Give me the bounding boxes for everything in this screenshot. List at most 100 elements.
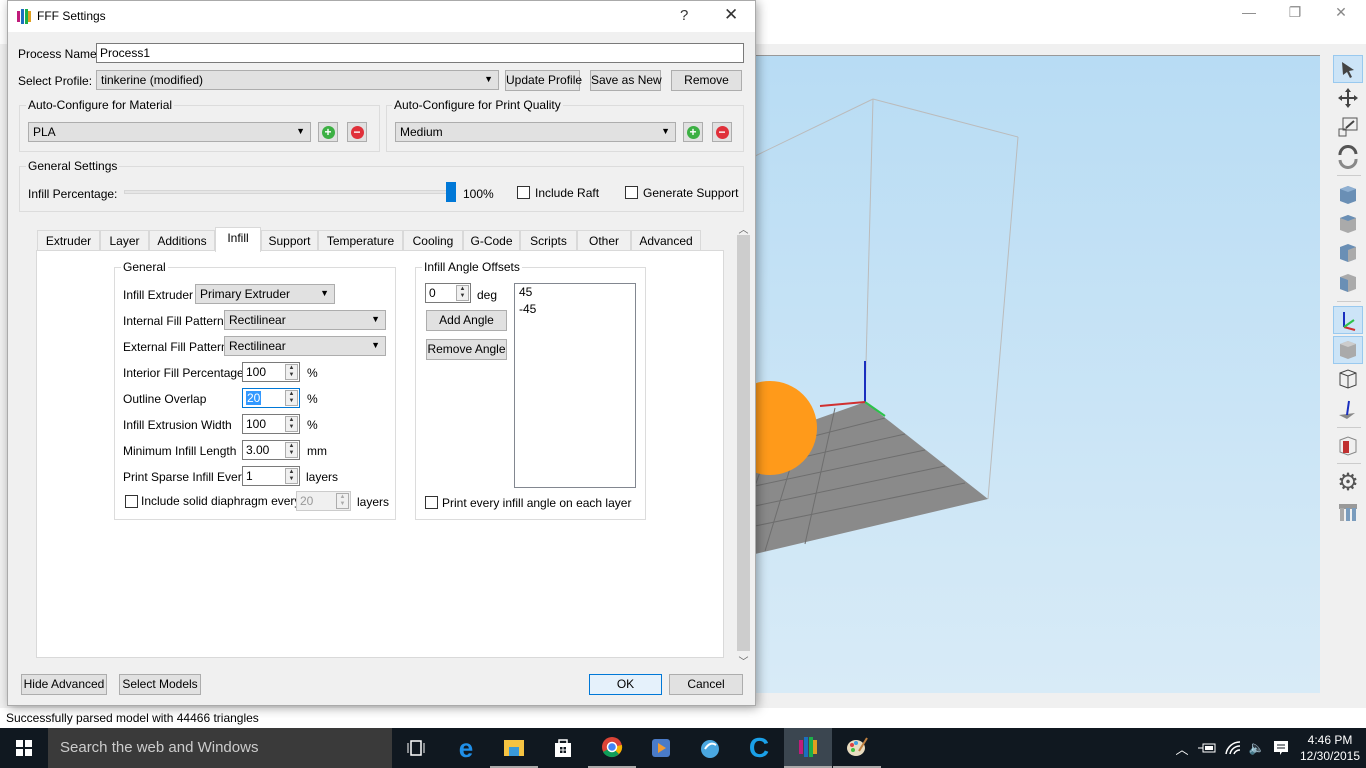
chrome-taskbar-button[interactable] <box>588 728 636 768</box>
wifi-tray-button[interactable] <box>1222 728 1244 768</box>
remove-material-button[interactable]: − <box>347 122 367 142</box>
angle-list[interactable]: 45 -45 <box>514 283 636 488</box>
remove-angle-button[interactable]: Remove Angle <box>426 339 507 360</box>
tab-additions[interactable]: Additions <box>149 230 215 251</box>
restore-button[interactable]: ❐ <box>1272 2 1318 24</box>
remove-quality-button[interactable]: − <box>712 122 732 142</box>
generate-support-checkbox[interactable] <box>625 186 638 199</box>
close-app-button[interactable]: ✕ <box>1318 2 1364 24</box>
angle-spinbox[interactable]: 0 ▲ ▼ <box>425 283 471 303</box>
tab-temperature[interactable]: Temperature <box>318 230 403 251</box>
view-top-button[interactable] <box>1333 239 1363 267</box>
quality-select[interactable]: Medium ▼ <box>395 122 676 142</box>
windows-logo-icon <box>16 740 32 756</box>
sparse-infill-spinbox[interactable]: 1 ▲ ▼ <box>242 466 300 486</box>
add-material-button[interactable]: + <box>318 122 338 142</box>
scale-tool-button[interactable] <box>1333 113 1363 141</box>
tab-layer[interactable]: Layer <box>100 230 149 251</box>
material-select[interactable]: PLA ▼ <box>28 122 311 142</box>
solid-view-button[interactable] <box>1333 336 1363 364</box>
infill-slider-track[interactable] <box>124 190 452 194</box>
wireframe-view-button[interactable] <box>1333 365 1363 393</box>
spin-arrows-icon[interactable]: ▲ ▼ <box>456 285 469 301</box>
view-front-button[interactable] <box>1333 210 1363 238</box>
close-dialog-button[interactable]: ✕ <box>724 5 738 25</box>
minimize-button[interactable]: — <box>1226 2 1272 24</box>
print-every-angle-checkbox[interactable] <box>425 496 438 509</box>
chevron-up-icon[interactable]: ︿ <box>736 221 751 236</box>
spin-arrows-icon[interactable]: ▲ ▼ <box>285 364 298 380</box>
diaphragm-checkbox[interactable] <box>125 495 138 508</box>
clock-time: 4:46 PM <box>1307 733 1353 747</box>
scrollbar-thumb[interactable] <box>737 235 750 651</box>
add-angle-button[interactable]: Add Angle <box>426 310 507 331</box>
angle-list-item[interactable]: 45 <box>515 284 635 301</box>
save-as-new-button[interactable]: Save as New <box>590 70 662 91</box>
min-infill-length-spinbox[interactable]: 3.00 ▲ ▼ <box>242 440 300 460</box>
action-center-button[interactable] <box>1270 728 1292 768</box>
view-side-button[interactable] <box>1333 269 1363 297</box>
taskbar-clock[interactable]: 4:46 PM 12/30/2015 <box>1296 732 1364 764</box>
process-name-input[interactable]: Process1 <box>96 43 744 63</box>
rotate-tool-button[interactable] <box>1333 143 1363 171</box>
axes-toggle-button[interactable] <box>1333 306 1363 334</box>
profile-select[interactable]: tinkerine (modified) ▼ <box>96 70 499 90</box>
select-models-button[interactable]: Select Models <box>119 674 201 695</box>
angle-list-item[interactable]: -45 <box>515 301 635 318</box>
media-player-taskbar-button[interactable] <box>637 728 685 768</box>
task-view-button[interactable] <box>392 728 440 768</box>
file-explorer-taskbar-button[interactable] <box>490 728 538 768</box>
3d-viewport[interactable] <box>755 55 1320 693</box>
view-iso-button[interactable] <box>1333 181 1363 209</box>
help-button[interactable]: ? <box>680 7 688 24</box>
external-fill-select[interactable]: Rectilinear ▼ <box>224 336 386 356</box>
edge-taskbar-button[interactable]: e <box>442 728 490 768</box>
simplify3d-taskbar-button[interactable] <box>784 728 832 768</box>
tab-cooling[interactable]: Cooling <box>403 230 463 251</box>
cross-section-button[interactable] <box>1333 432 1363 460</box>
start-button[interactable] <box>0 728 48 768</box>
settings-scrollbar[interactable]: ︿ ﹀ <box>736 221 751 668</box>
infill-extruder-select[interactable]: Primary Extruder ▼ <box>195 284 335 304</box>
spin-arrows-icon[interactable]: ▲ ▼ <box>285 468 298 484</box>
speaker-icon: 🔈 <box>1248 740 1266 755</box>
tab-extruder[interactable]: Extruder <box>37 230 100 251</box>
volume-tray-button[interactable]: 🔈 <box>1246 728 1268 768</box>
diaphragm-spinbox[interactable]: 20 ▲ ▼ <box>296 491 351 511</box>
spin-arrows-icon[interactable]: ▲ ▼ <box>285 390 298 406</box>
extrusion-width-spinbox[interactable]: 100 ▲ ▼ <box>242 414 300 434</box>
tab-advanced[interactable]: Advanced <box>631 230 701 251</box>
outline-overlap-spinbox[interactable]: 20 ▲ ▼ <box>242 388 300 408</box>
tab-support[interactable]: Support <box>261 230 318 251</box>
spin-arrows-icon[interactable]: ▲ ▼ <box>285 416 298 432</box>
taskbar-search-box[interactable]: Search the web and Windows <box>48 728 392 768</box>
ok-button[interactable]: OK <box>589 674 662 695</box>
update-profile-button[interactable]: Update Profile <box>505 70 582 91</box>
internal-fill-select[interactable]: Rectilinear ▼ <box>224 310 386 330</box>
add-quality-button[interactable]: + <box>683 122 703 142</box>
settings-button[interactable]: ⚙ <box>1333 468 1363 496</box>
spin-arrows-icon[interactable]: ▲ ▼ <box>285 442 298 458</box>
battery-tray-button[interactable] <box>1196 728 1218 768</box>
paint-taskbar-button[interactable] <box>833 728 881 768</box>
interior-fill-spinbox[interactable]: 100 ▲ ▼ <box>242 362 300 382</box>
move-tool-button[interactable] <box>1333 84 1363 112</box>
remove-profile-button[interactable]: Remove <box>671 70 742 91</box>
cancel-button[interactable]: Cancel <box>669 674 743 695</box>
show-hidden-icons-button[interactable]: ︿ <box>1172 728 1192 768</box>
tab-g-code[interactable]: G-Code <box>463 230 520 251</box>
print-models-button[interactable] <box>1333 498 1363 526</box>
tab-scripts[interactable]: Scripts <box>520 230 577 251</box>
tab-other[interactable]: Other <box>577 230 631 251</box>
include-raft-checkbox[interactable] <box>517 186 530 199</box>
spin-arrows-icon[interactable]: ▲ ▼ <box>336 493 349 509</box>
chevron-down-icon[interactable]: ﹀ <box>736 653 751 668</box>
select-tool-button[interactable] <box>1333 55 1363 83</box>
normals-view-button[interactable] <box>1333 395 1363 423</box>
c-app-taskbar-button[interactable]: C <box>735 728 783 768</box>
hide-advanced-button[interactable]: Hide Advanced <box>21 674 107 695</box>
tab-infill[interactable]: Infill <box>215 227 261 252</box>
bird-app-taskbar-button[interactable] <box>686 728 734 768</box>
store-taskbar-button[interactable] <box>539 728 587 768</box>
infill-slider-thumb[interactable] <box>446 182 456 202</box>
